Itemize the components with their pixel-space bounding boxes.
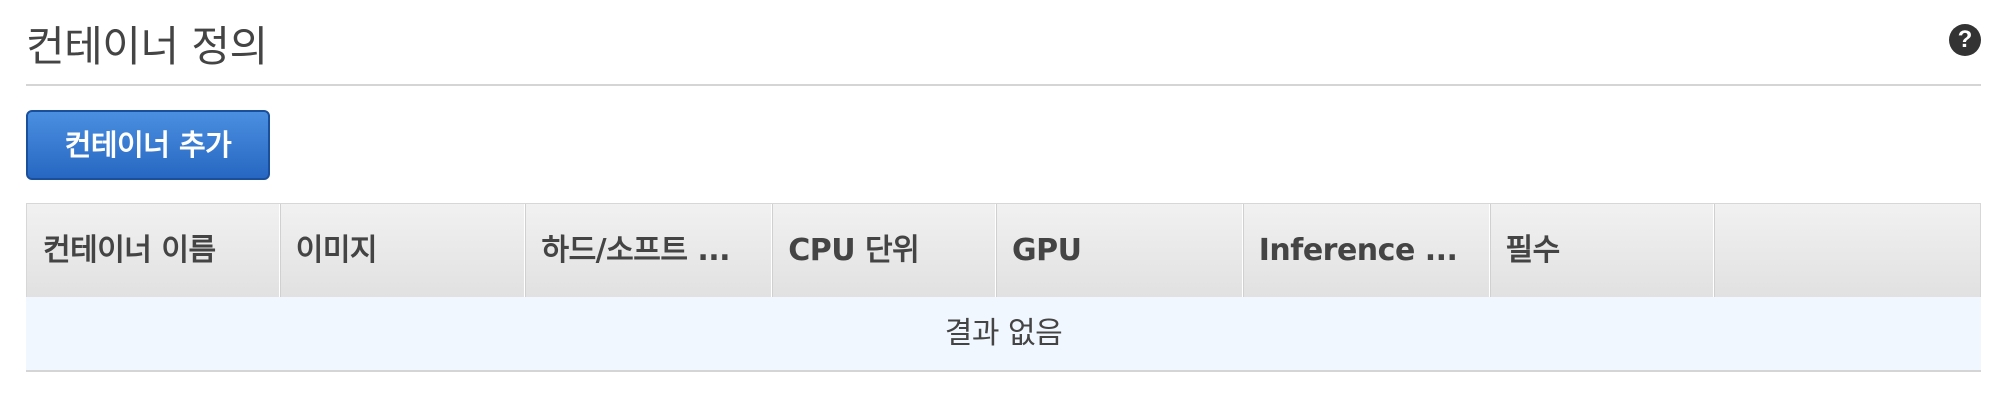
column-header-gpu[interactable]: GPU (996, 204, 1243, 297)
column-header-container-name[interactable]: 컨테이너 이름 (27, 204, 280, 297)
table-header: 컨테이너 이름 이미지 하드/소프트 ... CPU 단위 GPU Infere… (26, 203, 1981, 297)
container-definitions-panel: 컨테이너 정의 ? 컨테이너 추가 컨테이너 이름 이미지 하드/소프트 ...… (0, 0, 2006, 420)
help-icon[interactable]: ? (1949, 24, 1981, 56)
column-header-cpu-units[interactable]: CPU 단위 (772, 204, 996, 297)
add-container-button[interactable]: 컨테이너 추가 (26, 110, 270, 180)
section-title: 컨테이너 정의 (26, 22, 268, 71)
empty-message: 결과 없음 (944, 316, 1063, 351)
column-header-actions (1714, 204, 1980, 297)
column-header-inference[interactable]: Inference ... (1243, 204, 1490, 297)
section-header: 컨테이너 정의 ? (26, 0, 1981, 86)
column-header-essential[interactable]: 필수 (1490, 204, 1715, 297)
empty-row: 결과 없음 (26, 297, 1981, 372)
column-header-image[interactable]: 이미지 (280, 204, 526, 297)
container-table: 컨테이너 이름 이미지 하드/소프트 ... CPU 단위 GPU Infere… (26, 203, 1981, 372)
column-header-memory-limits[interactable]: 하드/소프트 ... (525, 204, 773, 297)
